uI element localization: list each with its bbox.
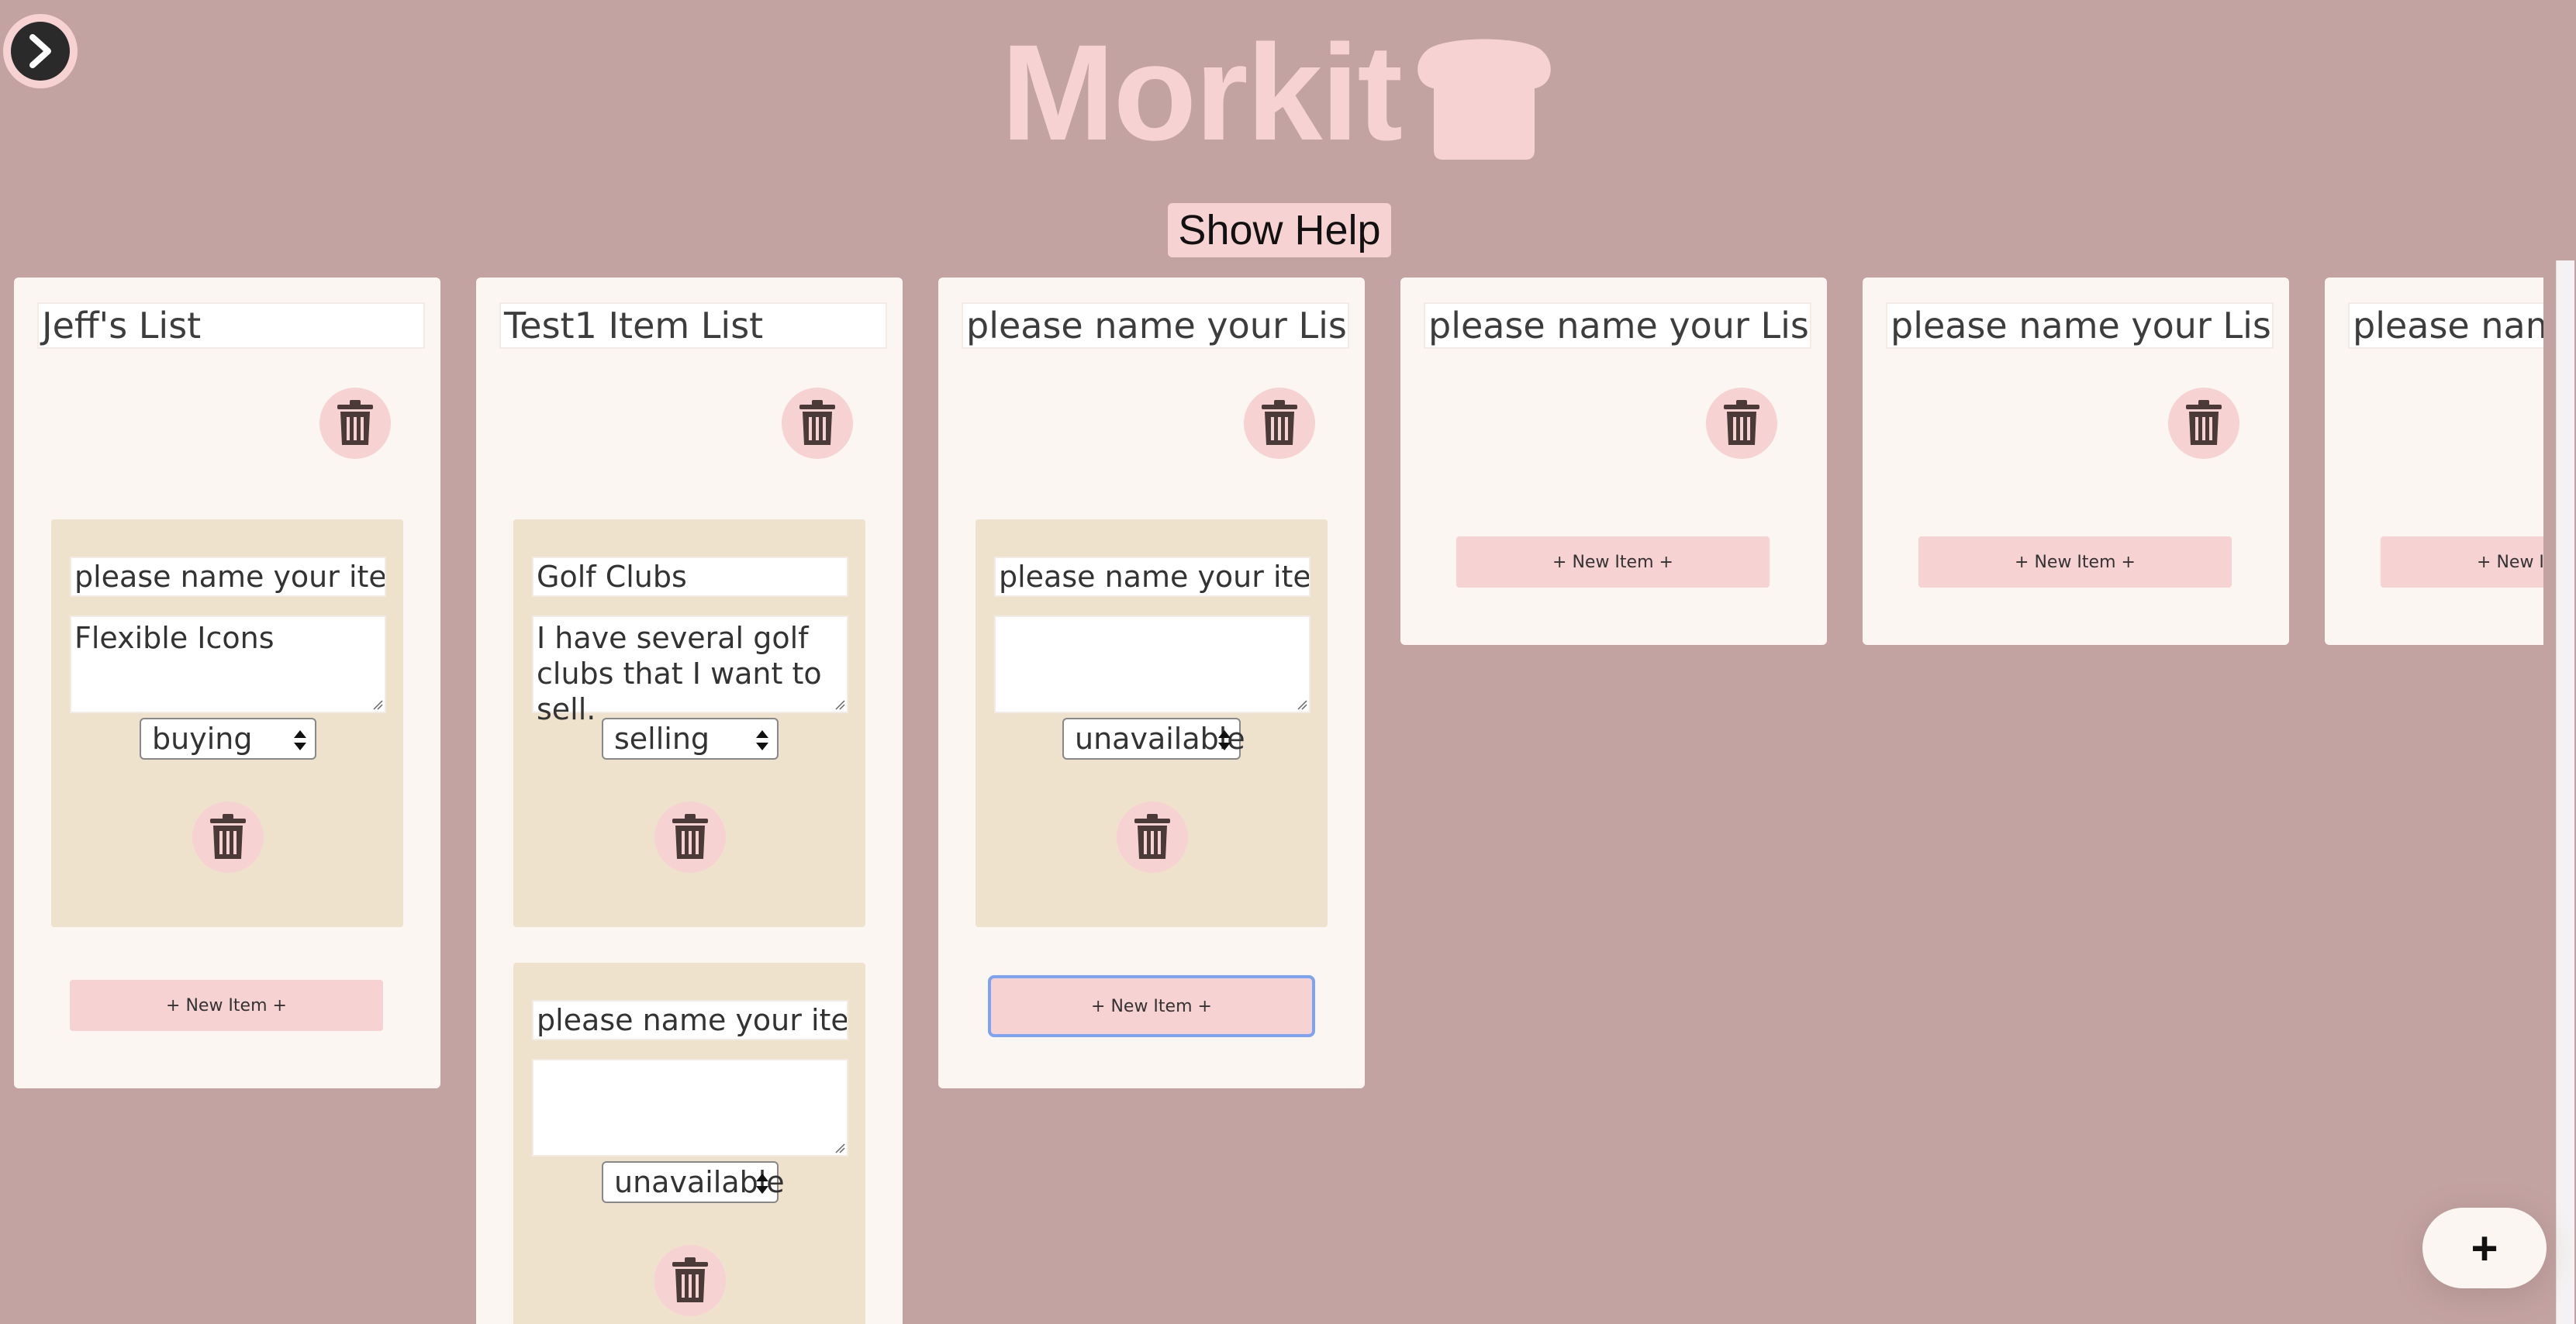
trash-icon [210,814,246,859]
delete-list-button[interactable] [2168,388,2239,459]
list-card: please name your List please name your i… [938,278,1365,1088]
item-description-textarea[interactable]: I have several golf clubs that I want to… [532,615,848,726]
item-description-textarea[interactable] [532,1059,848,1157]
new-item-button[interactable]: + New Item + [1918,536,2232,588]
item-status-value: buying [152,722,253,756]
item-status-select[interactable]: buying [140,718,316,760]
item-status-select[interactable]: unavailable [1062,718,1245,760]
item-description-textarea[interactable]: Flexible Icons [70,615,386,713]
resize-grip-icon[interactable] [1297,699,1307,710]
resize-grip-icon[interactable] [834,1143,845,1153]
trash-icon [672,1257,708,1302]
item-status-value: selling [614,722,710,756]
page-scrollbar[interactable] [2548,0,2576,1324]
delete-item-button[interactable] [654,1245,726,1316]
trash-icon [337,400,373,445]
delete-item-button[interactable] [654,802,726,873]
plus-icon: + [2471,1222,2498,1274]
brand-title: Morkit [1001,17,1403,169]
bread-icon [1411,34,1558,167]
delete-item-button[interactable] [192,802,264,873]
trash-icon [2186,400,2222,445]
item-name-input[interactable]: Golf Clubs [532,557,848,597]
item-name-input[interactable]: please name your item [70,557,386,597]
list-title-input[interactable]: please name your List [962,302,1349,349]
list-title-input[interactable]: Jeff's List [37,302,425,349]
list-card: Jeff's List please name your item Flexib… [14,278,440,1088]
new-item-button[interactable]: + New Item + [988,975,1315,1037]
item-description-textarea[interactable] [994,615,1310,713]
delete-list-button[interactable] [782,388,853,459]
item-card: Golf Clubs I have several golf clubs tha… [513,519,865,927]
item-card: please name your item Flexible Icons buy… [51,519,403,927]
trash-icon [1262,400,1297,445]
list-card: please name your List + New Item + [2325,278,2543,645]
new-item-button[interactable]: + New Item + [70,980,383,1031]
trash-icon [1724,400,1759,445]
delete-list-button[interactable] [1706,388,1777,459]
app-header: Morkit [0,16,2559,171]
resize-grip-icon[interactable] [834,699,845,710]
item-name-input[interactable]: please name your item [532,1000,848,1040]
list-title-input[interactable]: please name your List [1886,302,2274,349]
delete-item-button[interactable] [1117,802,1188,873]
list-card: please name your List + New Item + [1863,278,2289,645]
delete-list-button[interactable] [319,388,391,459]
resize-grip-icon[interactable] [372,699,383,710]
item-card: please name your item unavailable [975,519,1328,927]
list-title-input[interactable]: Test1 Item List [499,302,887,349]
add-list-button[interactable]: + [2422,1208,2547,1288]
list-card: Test1 Item List Golf Clubs I have severa… [476,278,903,1324]
trash-icon [799,400,835,445]
list-title-input[interactable]: please name your List [2348,302,2543,349]
trash-icon [672,814,708,859]
item-card: please name your item unavailable [513,963,865,1324]
select-arrows-icon [756,730,768,750]
delete-list-button[interactable] [1244,388,1315,459]
list-card: please name your List + New Item + [1400,278,1827,645]
item-status-select[interactable]: unavailable [602,1161,785,1203]
item-name-input[interactable]: please name your item [994,557,1310,597]
select-arrows-icon [294,730,306,750]
item-status-select[interactable]: selling [602,718,779,760]
new-item-button[interactable]: + New Item + [1456,536,1770,588]
lists-board: Jeff's List please name your item Flexib… [0,278,2543,1324]
select-arrows-icon [756,1174,768,1194]
list-title-input[interactable]: please name your List [1424,302,1811,349]
show-help-button[interactable]: Show Help [1168,203,1391,257]
select-arrows-icon [1218,730,1231,750]
new-item-button[interactable]: + New Item + [2381,536,2543,588]
scrollbar-track[interactable] [2556,260,2574,1324]
trash-icon [1134,814,1170,859]
